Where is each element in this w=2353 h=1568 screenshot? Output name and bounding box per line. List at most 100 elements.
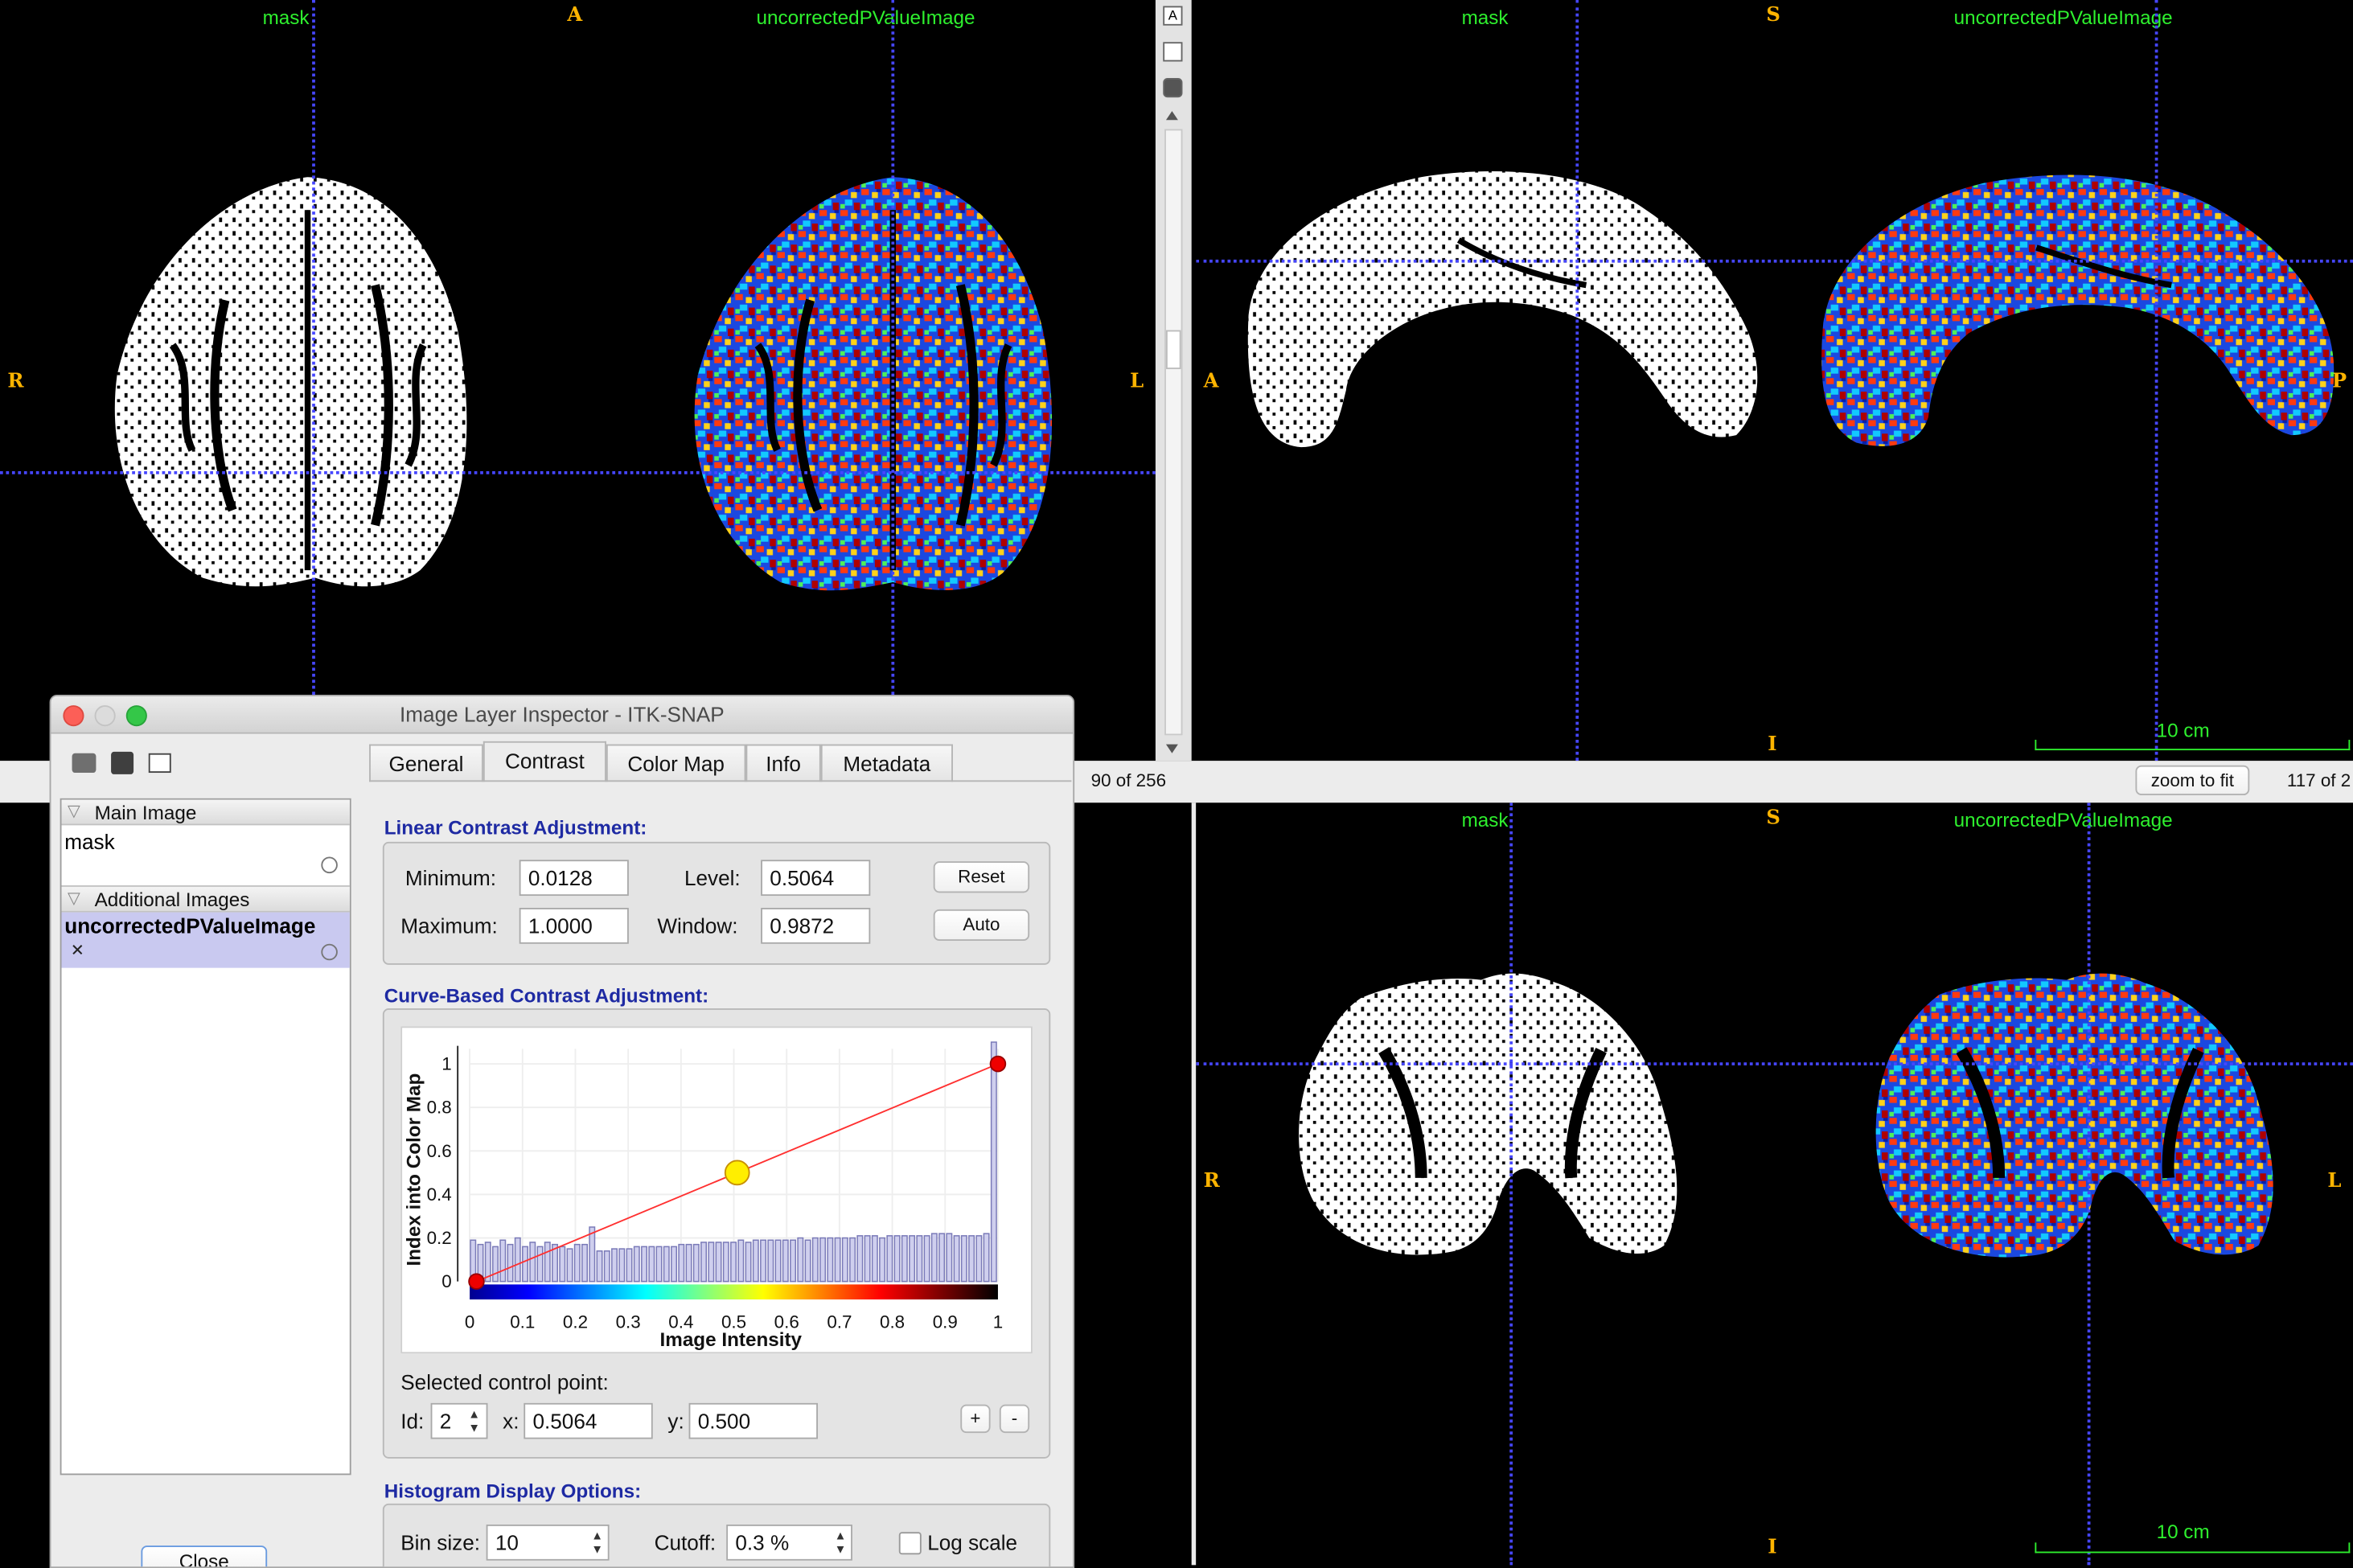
histogram-bar — [708, 1242, 715, 1283]
histogram-bar — [909, 1235, 916, 1283]
histogram-bar — [811, 1237, 819, 1283]
layer-menu-icon[interactable] — [321, 856, 338, 874]
cutoff-stepper-icon[interactable]: ▲ ▼ — [832, 1529, 849, 1557]
tab-info[interactable]: Info — [745, 744, 821, 782]
coronal-brain-images — [1299, 973, 2273, 1258]
histogram-bar — [499, 1239, 507, 1283]
bin-stepper-icon[interactable]: ▲ ▼ — [589, 1529, 606, 1557]
additional-image-item[interactable]: uncorrectedPValueImage ✕ — [61, 912, 350, 968]
histogram-bar — [893, 1235, 901, 1283]
sagittal-view[interactable]: mask uncorrectedPValueImage S A P I 10 c… — [1196, 0, 2353, 761]
histogram-bar — [544, 1242, 551, 1283]
remove-point-button[interactable]: - — [999, 1404, 1030, 1434]
histogram-bar — [879, 1237, 886, 1283]
histogram-bar — [685, 1243, 692, 1283]
histogram-bar — [968, 1235, 975, 1283]
histogram-bar — [678, 1243, 685, 1283]
histogram-bar — [529, 1242, 536, 1283]
histogram-bar — [507, 1243, 514, 1283]
x-tick-label: 0.2 — [563, 1311, 588, 1332]
pin-icon[interactable]: ✕ — [71, 941, 84, 960]
save-icon[interactable] — [111, 751, 134, 774]
scroll-down-icon[interactable] — [1165, 744, 1178, 753]
histogram-bar — [946, 1233, 953, 1283]
histogram-bar — [692, 1243, 700, 1283]
histogram-options-title: Histogram Display Options: — [384, 1479, 642, 1502]
main-image-header[interactable]: ▽ Main Image — [61, 799, 350, 826]
coronal-crosshair-horizontal — [1196, 1062, 2353, 1065]
tab-color-map[interactable]: Color Map — [606, 744, 746, 782]
x-field[interactable]: 0.5064 — [524, 1402, 653, 1439]
scale-bar — [2035, 739, 2351, 751]
y-field[interactable]: 0.500 — [688, 1402, 819, 1439]
collapse-triangle-icon: ▽ — [67, 802, 80, 821]
additional-images-header[interactable]: ▽ Additional Images — [61, 885, 350, 913]
id-stepper-icon[interactable]: ▲ ▼ — [465, 1407, 483, 1435]
axial-view[interactable]: mask uncorrectedPValueImage A R L — [0, 0, 1156, 761]
y-axis-label: Index into Color Map — [404, 1073, 425, 1266]
axial-crosshair-vertical-2 — [891, 0, 895, 761]
histogram-bar — [990, 1041, 997, 1283]
histogram-bar — [730, 1242, 737, 1283]
zoom-to-fit-button[interactable]: zoom to fit — [2135, 765, 2250, 796]
x-tick-label: 0.7 — [827, 1311, 852, 1332]
histogram-bar — [975, 1235, 983, 1283]
scale-bar — [2035, 1542, 2351, 1554]
level-label: Level: — [684, 865, 741, 890]
layout-icon[interactable] — [1163, 42, 1183, 62]
histogram-bar — [827, 1237, 834, 1283]
histogram-bar — [596, 1250, 603, 1283]
collapse-triangle-icon: ▽ — [67, 889, 80, 908]
main-image-item[interactable]: mask — [62, 827, 350, 880]
histogram-bar — [715, 1242, 722, 1283]
histogram-bar — [618, 1248, 626, 1283]
control-point-2[interactable] — [724, 1160, 750, 1186]
control-point-1[interactable] — [468, 1273, 485, 1290]
layer-menu-icon[interactable] — [321, 943, 338, 961]
maximum-field[interactable]: 1.0000 — [519, 907, 629, 944]
tab-general[interactable]: General — [369, 744, 483, 782]
control-point-3[interactable] — [989, 1055, 1007, 1073]
level-field[interactable]: 0.5064 — [761, 860, 871, 897]
window-label: Window: — [657, 913, 738, 938]
histogram-bar — [663, 1246, 670, 1283]
contrast-curve-chart[interactable]: 0 0.1 0.2 0.3 0.4 0.5 0.6 0.7 0.8 0.9 100.20.40.60… — [400, 1026, 1029, 1350]
histogram-bar — [589, 1226, 596, 1283]
axial-crosshair-horizontal — [0, 470, 1156, 474]
x-axis-label: Image Intensity — [660, 1329, 803, 1351]
scroll-up-icon[interactable] — [1165, 111, 1178, 121]
dialog-titlebar[interactable]: Image Layer Inspector - ITK-SNAP — [51, 696, 1074, 734]
tab-metadata[interactable]: Metadata — [820, 744, 953, 782]
sagittal-crosshair-horizontal — [1196, 259, 2353, 263]
histogram-bar — [514, 1237, 521, 1283]
histogram-bar — [953, 1235, 960, 1283]
y-label: y: — [667, 1409, 684, 1434]
slice-scroll-thumb[interactable] — [1165, 330, 1181, 370]
coronal-view[interactable]: mask uncorrectedPValueImage S R L I 10 c… — [1196, 802, 2353, 1566]
histogram-bar — [671, 1246, 678, 1283]
histogram-bar — [938, 1233, 946, 1283]
annotation-icon[interactable]: A — [1163, 6, 1183, 26]
minimum-field[interactable]: 0.0128 — [519, 860, 629, 897]
histogram-bar — [573, 1243, 581, 1283]
layout-grid-icon[interactable] — [148, 753, 171, 774]
axial-brain-images — [114, 177, 1053, 591]
open-folder-icon[interactable] — [72, 753, 97, 774]
view-status-bar: 90 of 256 zoom to fit 117 of 2 — [1071, 761, 2353, 803]
histogram-bar — [566, 1248, 573, 1283]
y-tick-label: 0.6 — [427, 1141, 452, 1161]
reset-button[interactable]: Reset — [933, 861, 1030, 893]
auto-button[interactable]: Auto — [933, 909, 1030, 942]
log-scale-checkbox[interactable] — [898, 1532, 922, 1555]
histogram-bar — [581, 1243, 588, 1283]
slice-scrollbar[interactable] — [1164, 129, 1183, 736]
window-field[interactable]: 0.9872 — [761, 907, 871, 944]
linear-contrast-group — [382, 841, 1051, 965]
histogram-bar — [834, 1237, 841, 1283]
histogram-bar — [737, 1239, 745, 1283]
camera-icon[interactable] — [1163, 78, 1183, 98]
view-toolbar: A — [1155, 0, 1192, 761]
tab-pane-border — [369, 780, 1072, 782]
add-point-button[interactable]: + — [960, 1404, 991, 1434]
tab-contrast[interactable]: Contrast — [483, 741, 606, 782]
